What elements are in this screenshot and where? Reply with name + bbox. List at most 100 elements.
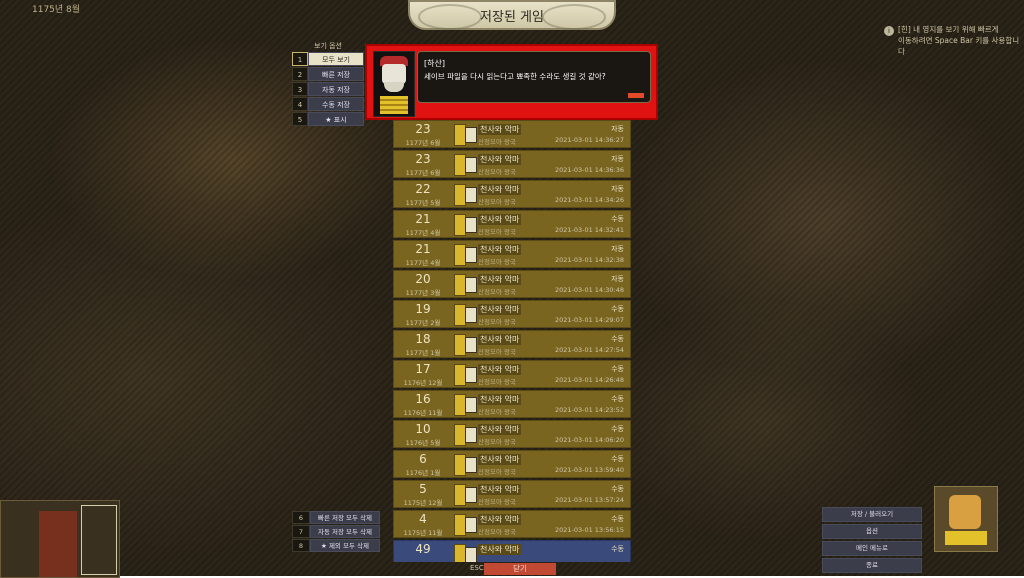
- ruler-portrait[interactable]: [934, 486, 998, 552]
- view-option-item[interactable]: 3 자동 저장: [292, 82, 364, 96]
- esc-key-label: ESC: [470, 564, 484, 572]
- save-slot-row[interactable]: 6 1176년 1월 천사와 악마 산정모아 왕국 수동 2021-03-01 13:59…: [393, 450, 631, 478]
- save-slot-row[interactable]: 18 1177년 1월 천사와 악마 산정모아 왕국 수동 2021-03-01 14:2…: [393, 330, 631, 358]
- save-type-label: 수동: [611, 425, 624, 433]
- save-type-label: 수동: [611, 545, 624, 553]
- save-slot-row[interactable]: 20 1177년 3월 천사와 악마 산정모아 왕국 자동 2021-03-01 14:3…: [393, 270, 631, 298]
- hint-box: i [힌] 내 영지를 보기 위해 빠르게 이동하려면 Space Bar 키를…: [884, 24, 1020, 57]
- delete-button-label: ★ 제외 모두 삭제: [310, 539, 380, 552]
- delete-saves-button[interactable]: 7 자동 저장 모두 삭제: [292, 525, 380, 538]
- save-game-date: 1175년 11월: [403, 529, 443, 537]
- save-turn-number: 22: [415, 182, 431, 196]
- title-banner: 저장된 게임: [408, 0, 616, 30]
- save-turn-number: 19: [415, 302, 431, 316]
- save-slot-row[interactable]: 23 1177년 6월 천사와 악마 산정모아 왕국 자동 2021-03-01 14:3…: [393, 150, 631, 178]
- save-game-date: 1177년 3월: [405, 289, 441, 297]
- save-scenario-title: 천사와 악마: [478, 154, 522, 165]
- save-type-label: 수동: [611, 455, 624, 463]
- character-avatar-icon: [465, 187, 477, 203]
- minimap-viewport[interactable]: [81, 505, 117, 575]
- save-slot-row[interactable]: 16 1176년 11월 천사와 악마 산정모아 왕국 수동 2021-03-01 14:…: [393, 390, 631, 418]
- hotkey-label: 6: [292, 511, 310, 524]
- save-type-label: 수동: [611, 215, 624, 223]
- character-avatar-icon: [465, 157, 477, 173]
- save-scenario-title: 천사와 악마: [478, 544, 522, 555]
- save-turn-number: 4: [419, 512, 427, 526]
- save-kingdom-name: 산정모아 왕국: [478, 528, 516, 536]
- save-scenario-title: 천사와 악마: [478, 244, 522, 255]
- save-slot-row[interactable]: 21 1177년 4월 천사와 악마 산정모아 왕국 수동 2021-03-01 14:3…: [393, 210, 631, 238]
- dialog-text: 세이브 파일을 다시 읽는다고 뾰족한 수라도 생길 것 같아?: [424, 72, 606, 81]
- system-menu-button[interactable]: 메인 메뉴로: [822, 541, 922, 556]
- hotkey-label: 2: [292, 67, 308, 81]
- system-menu-button[interactable]: 저장 / 불러오기: [822, 507, 922, 522]
- info-icon: i: [884, 26, 894, 36]
- save-slot-row[interactable]: 10 1176년 5월 천사와 악마 산정모아 왕국 수동 2021-03-01 14:0…: [393, 420, 631, 448]
- save-timestamp: 2021-03-01 14:32:38: [554, 256, 624, 264]
- minimap[interactable]: [0, 500, 120, 578]
- save-game-date: 1177년 6월: [405, 169, 441, 177]
- save-scenario-title: 천사와 악마: [478, 364, 522, 375]
- save-slot-row[interactable]: 21 1177년 4월 천사와 악마 산정모아 왕국 자동 2021-03-01 14:3…: [393, 240, 631, 268]
- save-game-date: 1175년 12월: [403, 499, 443, 507]
- view-option-item[interactable]: 1 모두 보기: [292, 52, 364, 66]
- save-slot-row[interactable]: 4 1175년 11월 천사와 악마 산정모아 왕국 수동 2021-03-01 13:5…: [393, 510, 631, 538]
- current-date: 1175년 8월: [32, 5, 81, 15]
- character-avatar-icon: [465, 547, 477, 562]
- save-type-label: 자동: [611, 275, 624, 283]
- save-type-label: 자동: [611, 155, 624, 163]
- save-list[interactable]: 23 1177년 6월 천사와 악마 산정모아 왕국 자동 2021-03-01 14:3…: [393, 120, 631, 562]
- save-kingdom-name: 산정모아 왕국: [478, 378, 516, 386]
- gold-coins-icon: [380, 96, 408, 114]
- hint-line: [힌] 내 영지를 보기 위해 빠르게: [898, 25, 999, 34]
- view-option-item[interactable]: 5 ★ 표시: [292, 112, 364, 126]
- save-timestamp: 2021-03-01 14:32:41: [554, 226, 624, 234]
- close-button[interactable]: 닫기: [484, 563, 556, 575]
- save-timestamp: 2021-03-01 14:30:48: [554, 286, 624, 294]
- save-kingdom-name: 산정모아 왕국: [478, 228, 516, 236]
- save-game-date: 1177년 4월: [405, 229, 441, 237]
- system-menu-button[interactable]: 옵션: [822, 524, 922, 539]
- save-slot-row[interactable]: 5 1175년 12월 천사와 악마 산정모아 왕국 수동 2021-03-01 13:5…: [393, 480, 631, 508]
- save-kingdom-name: 산정모아 왕국: [478, 138, 516, 146]
- save-kingdom-name: 산정모아 왕국: [478, 198, 516, 206]
- character-avatar-icon: [465, 307, 477, 323]
- save-timestamp: 2021-03-01 13:59:40: [554, 466, 624, 474]
- view-option-label: 모두 보기: [308, 52, 364, 66]
- save-turn-number: 16: [415, 392, 431, 406]
- save-kingdom-name: 산정모아 왕국: [478, 258, 516, 266]
- character-avatar-icon: [465, 127, 477, 143]
- view-option-label: 빠른 저장: [308, 67, 364, 81]
- character-avatar-icon: [465, 397, 477, 413]
- system-menu-button[interactable]: 종료: [822, 558, 922, 573]
- view-option-label: 수동 저장: [308, 97, 364, 111]
- view-option-item[interactable]: 4 수동 저장: [292, 97, 364, 111]
- save-scenario-title: 천사와 악마: [478, 184, 522, 195]
- save-slot-row[interactable]: 22 1177년 5월 천사와 악마 산정모아 왕국 자동 2021-03-01 14:3…: [393, 180, 631, 208]
- delete-button-label: 자동 저장 모두 삭제: [310, 525, 380, 538]
- save-timestamp: 2021-03-01 14:36:36: [554, 166, 624, 174]
- delete-saves-button[interactable]: 6 빠른 저장 모두 삭제: [292, 511, 380, 524]
- dialog-box[interactable]: [하산] 세이브 파일을 다시 읽는다고 뾰족한 수라도 생길 것 같아?: [365, 44, 658, 120]
- save-type-label: 수동: [611, 305, 624, 313]
- dialog-next-icon[interactable]: [628, 93, 644, 98]
- save-turn-number: 21: [415, 212, 431, 226]
- save-scenario-title: 천사와 악마: [478, 394, 522, 405]
- save-slot-row[interactable]: 19 1177년 2월 천사와 악마 산정모아 왕국 수동 2021-03-01 14:2…: [393, 300, 631, 328]
- save-type-label: 수동: [611, 365, 624, 373]
- page-title: 저장된 게임: [480, 9, 544, 25]
- save-kingdom-name: 산정모아 왕국: [478, 168, 516, 176]
- save-timestamp: 2021-03-01 14:29:07: [554, 316, 624, 324]
- view-option-item[interactable]: 2 빠른 저장: [292, 67, 364, 81]
- save-slot-row[interactable]: 17 1176년 12월 천사와 악마 산정모아 왕국 수동 2021-03-01 14:…: [393, 360, 631, 388]
- character-avatar-icon: [465, 487, 477, 503]
- save-type-label: 수동: [611, 485, 624, 493]
- cloud-ornament-icon: [418, 4, 482, 30]
- save-slot-row[interactable]: 49 천사와 악마 수동: [393, 540, 631, 562]
- save-slot-row[interactable]: 23 1177년 6월 천사와 악마 산정모아 왕국 자동 2021-03-01 14:3…: [393, 120, 631, 148]
- save-timestamp: 2021-03-01 13:57:24: [554, 496, 624, 504]
- hotkey-label: 1: [292, 52, 308, 66]
- save-game-date: 1176년 11월: [403, 409, 443, 417]
- save-game-date: 1176년 1월: [405, 469, 441, 477]
- delete-saves-button[interactable]: 8 ★ 제외 모두 삭제: [292, 539, 380, 552]
